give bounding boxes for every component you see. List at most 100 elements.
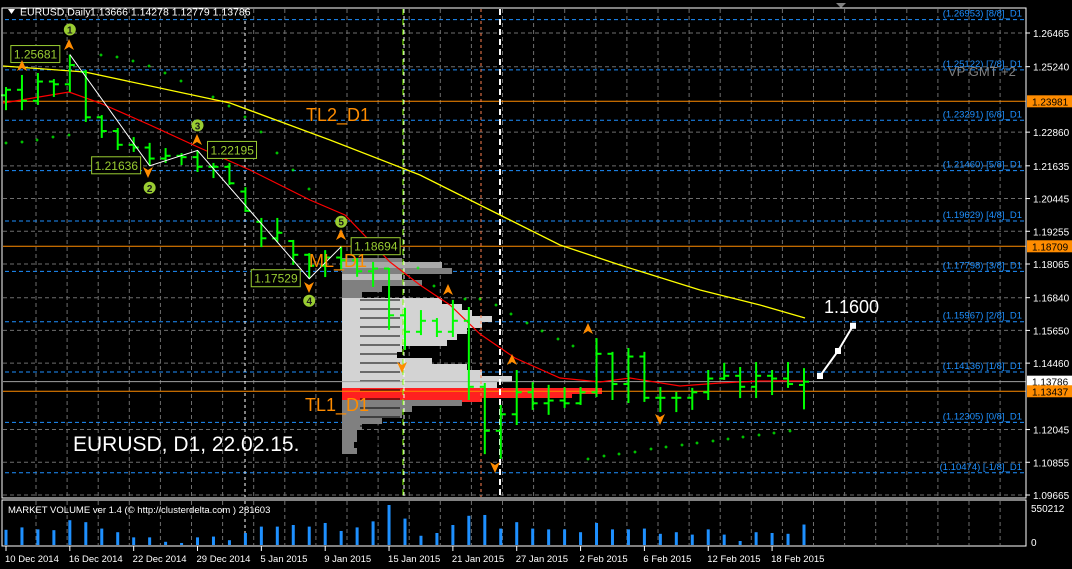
ohlc-values: 1.13666 1.14278 1.12779 1.13786 [90,7,251,19]
volume-bar [802,524,806,545]
zigzag-point-number: 1 [67,26,73,37]
y-tick-label: 1.16840 [1033,294,1070,305]
volume-bar [132,537,136,545]
x-tick-label: 12 Feb 2015 [707,554,760,565]
y-tick-label: 1.14460 [1033,359,1070,370]
volume-bar [323,522,327,545]
volume-bar [84,522,88,545]
volume-profile-row [342,436,357,442]
projection-point [850,322,856,329]
volume-bar [20,527,24,545]
volume-profile-row [342,370,482,376]
volume-bar [291,525,295,545]
volume-profile-row [342,292,362,298]
y-tick-label: 1.18065 [1033,260,1070,271]
volume-bar [547,529,551,545]
volume-bar [531,528,535,545]
volume-max-label: 550212 [1031,504,1065,515]
volume-bar [483,514,487,545]
indicator-title: MARKET VOLUME ver 1.4 (© http://clusterd… [8,505,270,516]
chart-caption: EURUSD, D1, 22.02.15. [73,433,299,456]
murrey-label: (1.23291) [6/8]_D1 [943,109,1022,120]
zigzag-price-label: 1.17529 [254,272,298,286]
volume-bar [339,530,343,545]
volume-zero-label: 0 [1031,538,1037,549]
volume-profile-row [342,352,397,358]
x-tick-label: 9 Jan 2015 [324,554,371,565]
x-tick-label: 15 Jan 2015 [388,554,440,565]
volume-bar [674,532,678,545]
volume-bar [419,535,423,545]
zigzag-point-number: 3 [195,121,201,132]
volume-bar [706,529,710,545]
volume-bar [722,534,726,545]
volume-bar [387,505,391,545]
x-tick-label: 6 Feb 2015 [643,554,691,565]
volume-profile-row [342,280,422,286]
zigzag-price-label: 1.21636 [95,159,139,173]
volume-profile-row [342,334,457,340]
volume-bar [563,529,567,545]
volume-bar [626,529,630,545]
price-marker-label: 1.23981 [1032,97,1069,108]
volume-bar [227,540,231,545]
target-price-label: 1.1600 [824,297,879,317]
tl1-label: TL1_D1 [305,395,369,416]
volume-bar [243,533,247,545]
volume-bar [259,526,263,545]
y-tick-label: 1.19255 [1033,227,1070,238]
projection-point [835,348,841,354]
price-chart[interactable]: (1.26953) [8/8]_D1(1.25122) [7/8]_D1(1.2… [0,0,1072,569]
murrey-label: (1.10474) [-1/8]_D1 [940,462,1022,473]
volume-bar [690,534,694,545]
volume-bar [36,529,40,545]
y-tick-label: 1.22860 [1033,128,1070,139]
volume-profile-row [342,298,442,304]
volume-bar [307,526,311,545]
volume-bar [579,532,583,545]
volume-bar [738,541,742,545]
volume-bar [4,529,8,545]
zigzag-price-label: 1.25681 [14,48,58,62]
volume-bar [515,522,519,545]
volume-bar [116,532,120,545]
volume-profile-row [342,274,402,280]
volume-profile-row [342,430,357,436]
x-tick-label: 22 Dec 2014 [133,554,187,565]
y-tick-label: 1.25240 [1033,63,1070,74]
volume-bar [786,533,790,545]
volume-bar [435,533,439,545]
tl2-label: TL2_D1 [306,105,370,126]
y-tick-label: 1.09665 [1033,491,1070,502]
price-marker-label: 1.18709 [1032,242,1069,253]
x-tick-label: 18 Feb 2015 [771,554,824,565]
volume-bar [196,537,200,545]
murrey-label: (1.19629) [4/8]_D1 [943,210,1022,221]
volume-bar [371,521,375,545]
y-tick-label: 1.21635 [1033,162,1070,173]
murrey-label: (1.21460) [5/8]_D1 [943,160,1022,171]
zigzag-point-number: 5 [338,218,344,229]
zigzag-point-number: 4 [306,297,312,308]
volume-bar [148,537,152,545]
volume-profile-row [342,346,402,352]
murrey-label: (1.15967) [2/8]_D1 [943,311,1022,322]
volume-bar [52,530,56,545]
x-tick-label: 2 Feb 2015 [580,554,628,565]
y-tick-label: 1.12045 [1033,426,1070,437]
volume-bar [642,528,646,545]
x-tick-label: 10 Dec 2014 [5,554,59,565]
volume-profile-row [342,448,357,454]
x-tick-label: 16 Dec 2014 [69,554,123,565]
y-tick-label: 1.15650 [1033,326,1070,337]
x-tick-label: 27 Jan 2015 [516,554,568,565]
x-tick-label: 21 Jan 2015 [452,554,504,565]
vp-gmt-label: VP GMT +2 [948,64,1016,79]
volume-profile-row [342,442,354,448]
volume-bar [451,525,455,545]
volume-bar [499,528,503,545]
volume-bar [100,528,104,545]
volume-bar [754,532,758,545]
zigzag-point-number: 2 [147,184,153,195]
murrey-label: (1.12305) [0/8]_D1 [943,411,1022,422]
